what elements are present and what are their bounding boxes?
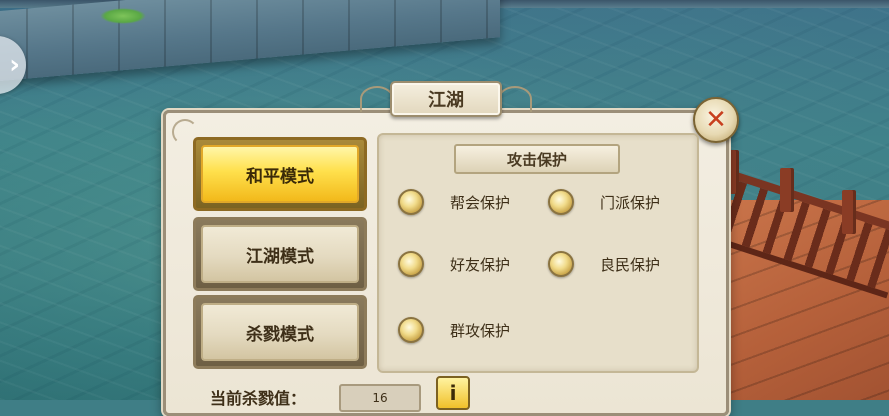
chevron-right-icon: › — [9, 50, 20, 80]
kill-value-box: 16 — [339, 384, 421, 412]
mode-label: 杀戮模式 — [246, 324, 314, 345]
railing-post — [780, 168, 794, 212]
radio-button-icon[interactable] — [398, 317, 424, 343]
mode-selector: 和平模式 江湖模式 杀戮模式 — [193, 133, 367, 371]
close-button[interactable]: ✕ — [693, 97, 739, 143]
mode-button-slaughter[interactable]: 杀戮模式 — [193, 295, 367, 369]
mode-button-jianghu[interactable]: 江湖模式 — [193, 217, 367, 291]
dialog-title-text: 江湖 — [428, 90, 464, 111]
lily-pad — [100, 8, 146, 24]
attack-protection-title-text: 攻击保护 — [506, 150, 567, 169]
option-label: 群攻保护 — [450, 321, 511, 340]
mode-button-peace[interactable]: 和平模式 — [193, 137, 367, 211]
close-x-icon: ✕ — [705, 105, 727, 135]
option-label: 帮会保护 — [450, 193, 511, 212]
railing-post — [842, 190, 856, 234]
radio-button-icon[interactable] — [548, 189, 574, 215]
option-label: 良民保护 — [600, 255, 661, 274]
mode-button-face: 杀戮模式 — [201, 303, 359, 361]
title-ornament-right — [498, 86, 532, 112]
mode-label: 江湖模式 — [246, 246, 314, 267]
kill-value-number: 16 — [372, 391, 388, 405]
mode-label: 和平模式 — [246, 166, 314, 187]
info-icon: i — [449, 381, 457, 405]
option-group-attack-protection[interactable]: 群攻保护 — [398, 317, 510, 343]
mode-button-face: 和平模式 — [201, 145, 359, 203]
option-label: 好友保护 — [450, 255, 511, 274]
radio-button-icon[interactable] — [398, 251, 424, 277]
option-friend-protection[interactable]: 好友保护 — [398, 251, 510, 277]
option-label: 门派保护 — [600, 193, 661, 212]
dialog-title: 江湖 — [390, 81, 502, 117]
option-guild-protection[interactable]: 帮会保护 — [398, 189, 510, 215]
radio-button-icon[interactable] — [398, 189, 424, 215]
mode-button-face: 江湖模式 — [201, 225, 359, 283]
info-button[interactable]: i — [436, 376, 470, 410]
radio-button-icon[interactable] — [548, 251, 574, 277]
kill-value-label: 当前杀戮值： — [210, 389, 307, 408]
title-ornament-left — [360, 86, 394, 112]
option-citizen-protection[interactable]: 良民保护 — [548, 251, 660, 277]
option-sect-protection[interactable]: 门派保护 — [548, 189, 660, 215]
attack-protection-title: 攻击保护 — [454, 144, 620, 174]
